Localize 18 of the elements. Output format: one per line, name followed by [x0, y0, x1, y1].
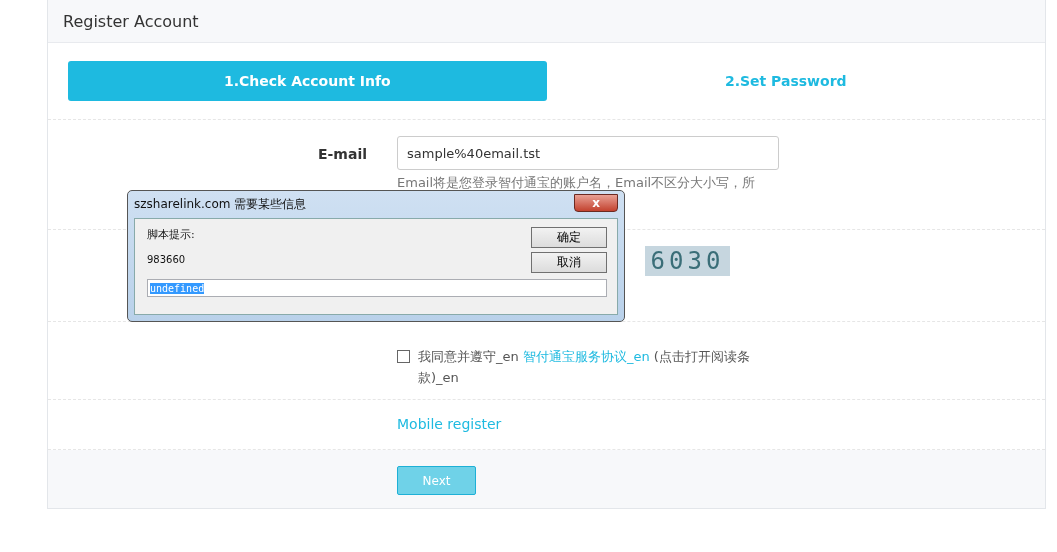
- email-field[interactable]: sample%40email.tst: [397, 136, 779, 170]
- close-button[interactable]: x: [574, 193, 618, 212]
- agree-checkbox[interactable]: [397, 350, 410, 363]
- email-hint: Email将是您登录智付通宝的账户名，Email不区分大小写，所: [397, 175, 757, 190]
- dialog-title: szsharelink.com 需要某些信息: [134, 196, 307, 213]
- cancel-button[interactable]: 取消: [531, 252, 607, 273]
- step-tab[interactable]: 1.Check Account Info: [68, 61, 547, 101]
- email-label: E-mail: [318, 146, 367, 162]
- dialog-prompt: 脚本提示:: [147, 227, 196, 243]
- dialog-message: 983660: [147, 254, 187, 267]
- step-tab[interactable]: 2.Set Password: [546, 61, 1025, 101]
- ok-button[interactable]: 确定: [531, 227, 607, 248]
- mobile-register-link[interactable]: Mobile register: [397, 416, 502, 432]
- agreement-text: 我同意并遵守_en 智付通宝服务协议_en (点击打开阅读条款)_en: [418, 348, 751, 387]
- captcha-image: 6030: [645, 246, 730, 276]
- dialog-input-field[interactable]: undefined: [147, 279, 607, 297]
- service-agreement-link[interactable]: 智付通宝服务协议_en: [522, 349, 650, 364]
- page-title: Register Account: [63, 11, 199, 31]
